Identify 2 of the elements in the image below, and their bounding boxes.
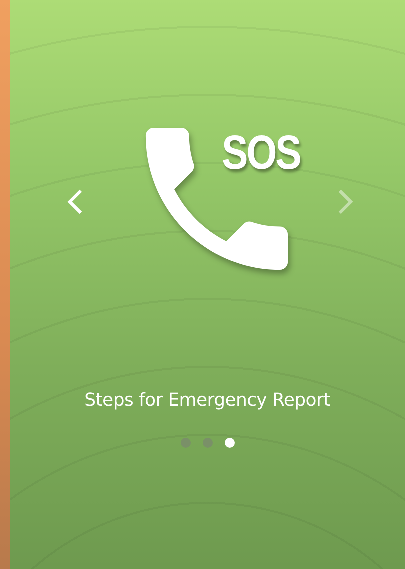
slide-caption: Steps for Emergency Report (84, 390, 330, 411)
sos-title: SOS (222, 130, 300, 178)
